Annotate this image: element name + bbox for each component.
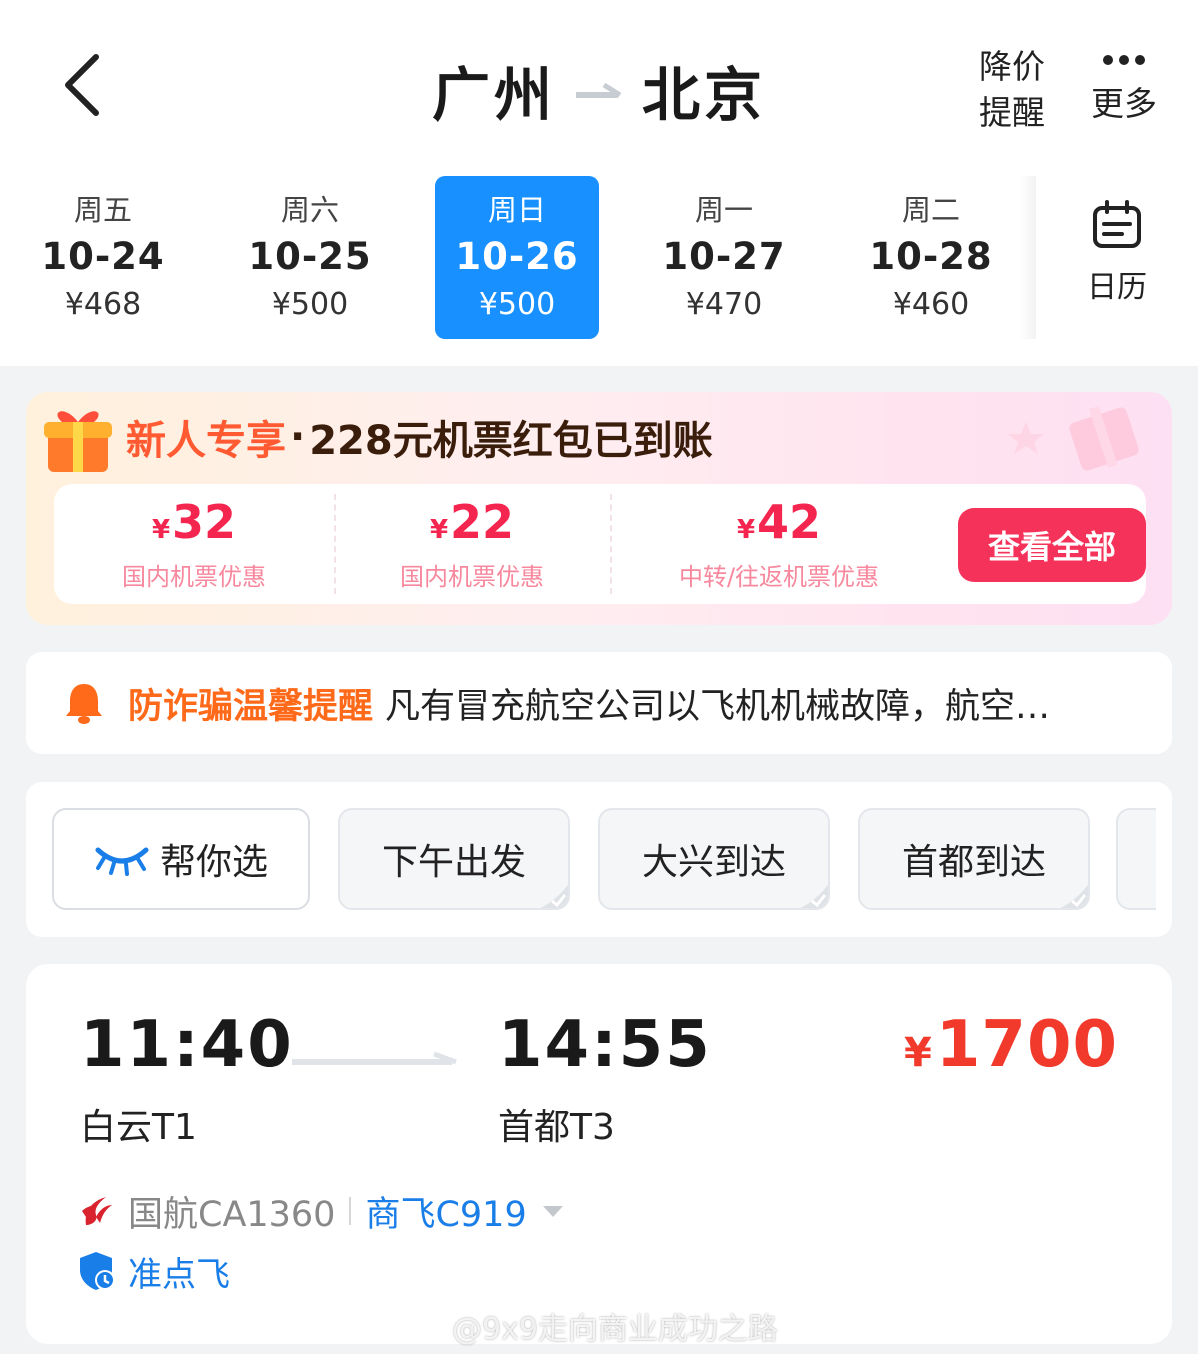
chip-label: 首都到达 xyxy=(901,842,1046,883)
price-alert-button[interactable]: 降价 提醒 xyxy=(962,42,1062,138)
chevron-left-icon xyxy=(65,54,99,116)
info-divider xyxy=(349,1197,352,1225)
date-value: 10-27 xyxy=(662,234,786,278)
afternoon-departure-chip[interactable]: 下午出发 xyxy=(338,808,570,910)
date-price: ¥470 xyxy=(685,286,763,322)
coupon-item[interactable]: ¥22 国内机票优惠 xyxy=(336,484,608,604)
departure-airport: 白云T1 xyxy=(80,1107,197,1148)
date-weekday: 周五 xyxy=(73,192,132,227)
header: 广州 北京 降价 提醒 更多 周五 10-24 ¥468 周六 10-25 ¥5… xyxy=(0,0,1198,366)
date-option-2[interactable]: 周六 10-25 ¥500 xyxy=(228,176,392,339)
calendar-button[interactable]: 日历 xyxy=(1062,200,1172,320)
more-button[interactable]: 更多 xyxy=(1074,42,1174,138)
date-value: 10-24 xyxy=(41,234,165,278)
chip-label: 大兴到达 xyxy=(641,842,786,883)
bell-icon xyxy=(66,684,102,724)
coupon-item[interactable]: ¥42 中转/往返机票优惠 xyxy=(612,484,946,604)
date-option-5[interactable]: 周二 10-28 ¥460 xyxy=(849,176,1013,339)
more-dots-icon xyxy=(1103,55,1145,65)
coupon-value: 32 xyxy=(172,494,237,549)
capital-arrival-chip[interactable]: 首都到达 xyxy=(858,808,1090,910)
airline-info: 国航CA1360 商飞C919 xyxy=(78,1186,565,1236)
date-weekday: 周一 xyxy=(694,192,753,227)
coupon-amount: ¥22 xyxy=(430,496,514,559)
calendar-label: 日历 xyxy=(1087,270,1147,305)
shield-clock-icon xyxy=(80,1252,115,1290)
price-alert-label-line1: 降价 xyxy=(979,47,1045,86)
coupon-desc: 国内机票优惠 xyxy=(122,562,266,591)
calendar-icon xyxy=(1093,200,1141,248)
date-value: 10-25 xyxy=(248,234,372,278)
date-weekday: 周六 xyxy=(280,192,339,227)
arrival-airport: 首都T3 xyxy=(498,1107,615,1148)
weibo-watermark: @9x9走向商业成功之路 xyxy=(402,1306,778,1347)
eye-icon xyxy=(95,847,149,876)
price-value: 1700 xyxy=(935,1008,1118,1082)
notice-title: 防诈骗温馨提醒 xyxy=(128,686,374,727)
view-all-coupons-button[interactable]: 查看全部 xyxy=(958,508,1146,582)
arrival-time: 14:55 xyxy=(498,1008,712,1082)
promo-title-highlight: 新人专享 xyxy=(126,418,286,464)
departure-time: 11:40 xyxy=(80,1008,294,1082)
coupon-currency: ¥ xyxy=(429,514,449,545)
promo-title: 新人专享 · 228元机票红包已到账 xyxy=(126,410,713,464)
date-strip-fade xyxy=(1020,176,1036,339)
more-filter-chip[interactable] xyxy=(1116,808,1156,910)
flight-price: ¥ 1700 xyxy=(904,1008,1118,1082)
chip-label: 帮你选 xyxy=(159,842,268,883)
coupon-currency: ¥ xyxy=(151,514,171,545)
route-arrow-icon xyxy=(576,82,622,98)
date-price: ¥500 xyxy=(478,286,556,322)
date-weekday: 周二 xyxy=(901,192,960,227)
destination-city: 北京 xyxy=(642,61,767,129)
anti-fraud-notice[interactable]: 防诈骗温馨提醒 凡有冒充航空公司以飞机机械故障，航空公司将进行退改签等理由要求转… xyxy=(26,652,1172,754)
watermark-text: @9x9走向商业成功之路 xyxy=(452,1312,778,1347)
date-weekday: 周日 xyxy=(487,192,546,227)
more-label: 更多 xyxy=(1091,84,1157,123)
date-price: ¥460 xyxy=(892,286,970,322)
flight-arrow-icon xyxy=(292,1051,457,1065)
check-corner-icon xyxy=(800,884,828,908)
notice-text: 凡有冒充航空公司以飞机机械故障，航空公司将进行退改签等理由要求转账的均为诈骗 xyxy=(385,686,1075,727)
price-currency: ¥ xyxy=(904,1030,932,1076)
coupon-desc: 中转/往返机票优惠 xyxy=(678,562,880,591)
weibo-logo-icon xyxy=(402,1310,444,1343)
coupon-amount: ¥42 xyxy=(737,496,821,559)
promo-title-rest: 228元机票红包已到账 xyxy=(309,418,713,464)
smart-pick-chip[interactable]: 帮你选 xyxy=(52,808,310,910)
coupon-currency: ¥ xyxy=(736,514,756,545)
date-option-4[interactable]: 周一 10-27 ¥470 xyxy=(642,176,806,339)
date-value: 10-26 xyxy=(455,234,579,278)
coupon-value: 42 xyxy=(757,494,822,549)
date-price: ¥500 xyxy=(271,286,349,322)
coupon-desc: 国内机票优惠 xyxy=(400,562,544,591)
caret-down-icon[interactable] xyxy=(541,1203,565,1219)
back-button[interactable] xyxy=(52,50,112,120)
promo-title-separator: · xyxy=(290,414,306,460)
gift-box-icon xyxy=(44,411,112,472)
on-time-label: 准点飞 xyxy=(128,1254,230,1295)
date-option-3-selected[interactable]: 周日 10-26 ¥500 xyxy=(435,176,599,339)
coupon-value: 22 xyxy=(450,494,515,549)
flight-card[interactable]: 11:40 14:55 ¥ 1700 白云T1 首都T3 国航CA1360 商飞… xyxy=(26,964,1172,1344)
air-china-logo-icon xyxy=(82,1197,112,1225)
filter-bar: 帮你选 下午出发 大兴到达 首都到达 xyxy=(26,782,1172,937)
daxing-arrival-chip[interactable]: 大兴到达 xyxy=(598,808,830,910)
gift-decoration-icon xyxy=(1008,406,1139,471)
check-corner-icon xyxy=(540,884,568,908)
coupon-amount: ¥32 xyxy=(152,496,236,559)
aircraft-model[interactable]: 商飞C919 xyxy=(365,1186,526,1237)
date-value: 10-28 xyxy=(869,234,993,278)
origin-city: 广州 xyxy=(431,61,556,129)
check-corner-icon xyxy=(1060,884,1088,908)
flight-number: 国航CA1360 xyxy=(128,1194,336,1235)
on-time-badge: 准点飞 xyxy=(78,1248,230,1295)
date-price: ¥468 xyxy=(64,286,142,322)
new-user-promo-banner[interactable]: 新人专享 · 228元机票红包已到账 ¥32 国内机票优惠 ¥22 国内机票优惠… xyxy=(26,392,1172,625)
coupon-item[interactable]: ¥32 国内机票优惠 xyxy=(54,484,334,604)
coupon-list: ¥32 国内机票优惠 ¥22 国内机票优惠 ¥42 中转/往返机票优惠 查看全部 xyxy=(54,484,1146,604)
date-option-1[interactable]: 周五 10-24 ¥468 xyxy=(21,176,185,339)
chip-label: 下午出发 xyxy=(381,842,526,883)
price-alert-label-line2: 提醒 xyxy=(979,93,1045,132)
